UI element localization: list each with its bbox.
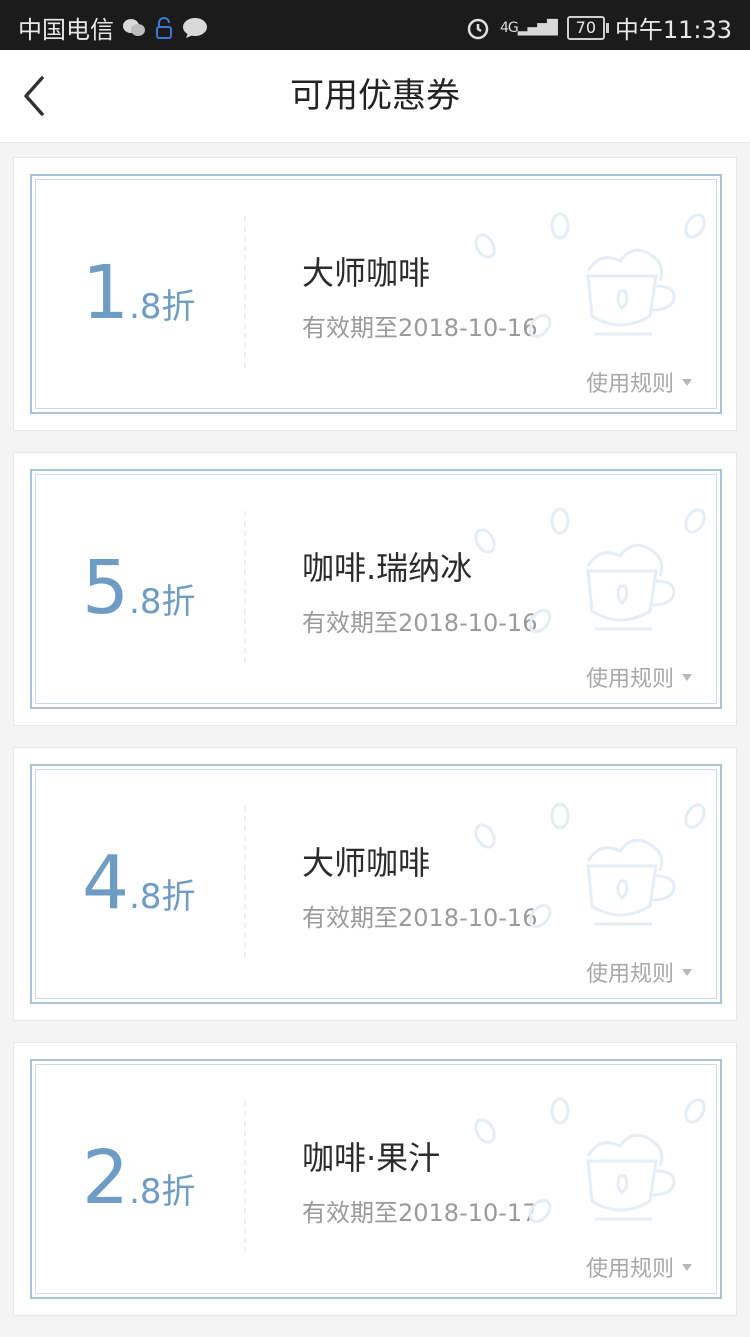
usage-rules-label: 使用规则 [585,1257,674,1282]
chevron-left-icon [24,76,44,116]
discount-value: 1.8折 [82,256,196,330]
discount-fraction: .8折 [129,877,196,917]
usage-rules-button[interactable]: 使用规则 [586,661,692,693]
network-label: 4G [499,19,519,36]
page-title: 可用优惠券 [290,76,460,116]
coffee-cup-watermark-icon [474,802,706,929]
dashed-divider [244,511,246,663]
coupon-frame: 1.8折 大师咖啡 有效期至2018-10-16 使用规则 [30,174,722,414]
discount-integer: 2 [82,1135,130,1221]
discount-fraction: .8折 [129,1172,196,1212]
usage-rules-label: 使用规则 [585,372,674,397]
dashed-divider [244,806,246,958]
coupon-name: 大师咖啡 [302,254,431,292]
coupon-name: 大师咖啡 [302,844,431,882]
status-right: 4G▂▄▆█ 70 中午11:33 [466,10,732,45]
coupon-expiry: 有效期至2018-10-16 [302,904,538,932]
coupon-expiry: 有效期至2018-10-16 [302,609,538,637]
discount-integer: 5 [82,545,130,631]
discount-value: 4.8折 [82,846,196,920]
usage-rules-button[interactable]: 使用规则 [586,956,692,988]
discount-value: 2.8折 [82,1141,196,1215]
usage-rules-button[interactable]: 使用规则 [586,1251,692,1283]
battery-level: 70 [575,17,596,37]
caret-down-icon [682,673,692,681]
usage-rules-label: 使用规则 [585,667,674,692]
dashed-divider [244,216,246,368]
usage-rules-button[interactable]: 使用规则 [586,366,692,398]
dashed-divider [244,1101,246,1253]
status-left: 中国电信 [18,10,208,45]
network-signal-icon: 4G▂▄▆█ [499,19,558,36]
discount-integer: 4 [82,840,130,926]
caret-down-icon [682,968,692,976]
coupon-card[interactable]: 1.8折 大师咖啡 有效期至2018-10-16 使用规则 [13,157,737,431]
coupon-frame: 5.8折 咖啡.瑞纳冰 有效期至2018-10-16 使用规则 [30,469,722,709]
back-button[interactable] [16,72,56,120]
coupon-expiry: 有效期至2018-10-16 [302,314,538,342]
message-icon [183,17,207,38]
coupon-name: 咖啡·果汁 [302,1139,441,1177]
coffee-cup-watermark-icon [474,212,706,339]
coupon-expiry: 有效期至2018-10-17 [302,1199,538,1227]
caret-down-icon [682,1263,692,1271]
status-bar: 中国电信 4G▂▄▆█ 70 中午11:33 [0,0,750,50]
nav-bar: 可用优惠券 [0,50,750,143]
coupon-name: 咖啡.瑞纳冰 [302,549,473,587]
status-time: 中午11:33 [614,16,732,44]
coupon-card[interactable]: 4.8折 大师咖啡 有效期至2018-10-16 使用规则 [13,747,737,1021]
coffee-cup-watermark-icon [474,1097,706,1224]
coupon-card[interactable]: 2.8折 咖啡·果汁 有效期至2018-10-17 使用规则 [13,1042,737,1316]
coupon-frame: 4.8折 大师咖啡 有效期至2018-10-16 使用规则 [30,764,722,1004]
discount-fraction: .8折 [129,582,196,622]
coupon-card[interactable]: 5.8折 咖啡.瑞纳冰 有效期至2018-10-16 使用规则 [13,452,737,726]
carrier-name: 中国电信 [18,16,114,44]
lock-icon [156,16,172,39]
coffee-cup-watermark-icon [474,507,706,634]
usage-rules-label: 使用规则 [585,962,674,987]
coupon-frame: 2.8折 咖啡·果汁 有效期至2018-10-17 使用规则 [30,1059,722,1299]
wechat-icon [123,18,145,36]
coupon-list: 1.8折 大师咖啡 有效期至2018-10-16 使用规则 5.8折 咖啡.瑞纳… [13,157,737,1337]
caret-down-icon [682,378,692,386]
discount-value: 5.8折 [82,551,196,625]
battery-icon: 70 [566,15,609,40]
alarm-icon [467,18,489,39]
discount-fraction: .8折 [129,287,196,327]
discount-integer: 1 [82,250,130,336]
